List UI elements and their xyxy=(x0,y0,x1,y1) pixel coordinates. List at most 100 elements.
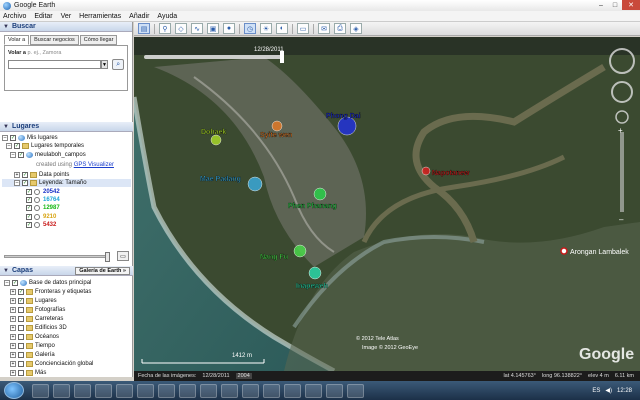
taskbar-app[interactable] xyxy=(116,383,133,398)
legend-item[interactable]: ✓ 12987 xyxy=(2,204,131,212)
expand-icon[interactable]: + xyxy=(10,342,16,349)
layer-item[interactable]: + Concienciación global xyxy=(2,359,131,368)
expand-icon[interactable]: + xyxy=(10,360,16,367)
tree-item-lugares-temporales[interactable]: – ✓ Lugares temporales xyxy=(2,142,131,150)
taskbar-app[interactable] xyxy=(200,383,217,398)
minimize-button[interactable]: – xyxy=(594,0,608,10)
expand-icon[interactable]: + xyxy=(10,288,16,295)
layer-item[interactable]: + ✓ Lugares xyxy=(2,296,131,305)
ruler-button[interactable]: ▭ xyxy=(297,23,309,34)
menu-editar[interactable]: Editar xyxy=(34,13,52,20)
taskbar-app[interactable] xyxy=(284,383,301,398)
add-placemark-button[interactable]: ⚲ xyxy=(159,23,171,34)
menu-ayuda[interactable]: Ayuda xyxy=(157,13,177,20)
taskbar-app[interactable] xyxy=(242,383,259,398)
checkbox[interactable]: ✓ xyxy=(26,221,32,228)
layer-item[interactable]: + Fotografías xyxy=(2,305,131,314)
marker-label[interactable]: Phen Phanang xyxy=(288,203,337,210)
open-folder-button[interactable]: ▭ xyxy=(117,251,129,261)
layer-item[interactable]: + Edificios 3D xyxy=(2,323,131,332)
search-panel-header[interactable]: ▼ Buscar xyxy=(0,22,132,32)
map-marker[interactable] xyxy=(308,266,322,280)
checkbox[interactable]: ✓ xyxy=(26,205,32,212)
map-marker[interactable] xyxy=(271,120,283,132)
checkbox[interactable]: ✓ xyxy=(22,172,28,179)
checkbox[interactable]: ✓ xyxy=(26,213,32,220)
planets-button[interactable]: ◐ xyxy=(276,23,288,34)
expand-icon[interactable]: – xyxy=(14,180,20,187)
marker-label[interactable]: Dohaek xyxy=(201,129,227,136)
expand-icon[interactable]: + xyxy=(10,351,16,358)
legend-item[interactable]: ✓ 16764 xyxy=(2,196,131,204)
map-marker[interactable] xyxy=(293,244,307,258)
opacity-slider[interactable] xyxy=(4,251,110,262)
language-indicator[interactable]: ES xyxy=(592,388,600,394)
close-button[interactable]: ✕ xyxy=(622,0,640,10)
checkbox[interactable] xyxy=(18,360,24,367)
map-view[interactable]: 12/28/2011 + – Phong Dai Syite wen Dohaek M… xyxy=(134,37,640,371)
legend-item[interactable]: ✓ 20542 xyxy=(2,187,131,195)
taskbar-app[interactable] xyxy=(179,383,196,398)
expand-icon[interactable]: + xyxy=(10,369,16,376)
checkbox[interactable]: ✓ xyxy=(26,188,32,195)
taskbar-app[interactable] xyxy=(32,383,49,398)
layer-item[interactable]: – ✓ Base de datos principal xyxy=(2,278,131,287)
taskbar-app[interactable] xyxy=(326,383,343,398)
layer-item[interactable]: + Océanos xyxy=(2,332,131,341)
add-polygon-button[interactable]: ◇ xyxy=(175,23,187,34)
checkbox[interactable]: ✓ xyxy=(12,279,18,286)
expand-icon[interactable]: + xyxy=(14,172,20,179)
collapse-triangle-icon[interactable]: ▼ xyxy=(3,124,9,130)
marker-label[interactable]: Inapeweh xyxy=(296,283,328,290)
timeline-slider[interactable] xyxy=(144,55,284,59)
earth-gallery-button[interactable]: Galería de Earth » xyxy=(75,266,130,275)
menu-archivo[interactable]: Archivo xyxy=(3,13,26,20)
places-panel-header[interactable]: ▼ Lugares xyxy=(0,122,133,132)
layer-item[interactable]: + ✓ Fronteras y etiquetas xyxy=(2,287,131,296)
expand-icon[interactable]: + xyxy=(10,306,16,313)
search-input[interactable] xyxy=(8,60,101,69)
google-maps-button[interactable]: ◈ xyxy=(350,23,362,34)
checkbox[interactable]: ✓ xyxy=(22,180,28,187)
historical-imagery-button[interactable]: ◷ xyxy=(244,23,256,34)
collapse-triangle-icon[interactable]: ▼ xyxy=(3,268,9,274)
map-marker[interactable] xyxy=(247,176,263,192)
maximize-button[interactable]: □ xyxy=(608,0,622,10)
expand-icon[interactable]: + xyxy=(10,315,16,322)
marker-label[interactable]: Syite wen xyxy=(260,132,293,139)
tree-item-data-points[interactable]: + ✓ Data points xyxy=(2,171,131,179)
menu-herramientas[interactable]: Herramientas xyxy=(79,13,121,20)
checkbox[interactable]: ✓ xyxy=(18,151,24,158)
tab-fly-to[interactable]: Volar a xyxy=(4,35,30,45)
expand-icon[interactable]: + xyxy=(10,324,16,331)
expand-icon[interactable]: – xyxy=(6,143,12,150)
menu-anadir[interactable]: Añadir xyxy=(129,13,149,20)
layers-panel-header[interactable]: ▼ Capas Galería de Earth » xyxy=(0,266,133,276)
marker-label[interactable]: Napotanew xyxy=(432,170,470,177)
checkbox[interactable]: ✓ xyxy=(18,288,24,295)
record-tour-button[interactable]: ● xyxy=(223,23,235,34)
sidebar-toggle-button[interactable]: ▤ xyxy=(138,23,150,34)
expand-icon[interactable]: – xyxy=(4,279,10,286)
layer-item[interactable]: + Más xyxy=(2,368,131,377)
collapse-triangle-icon[interactable]: ▼ xyxy=(3,24,9,30)
add-path-button[interactable]: ∿ xyxy=(191,23,203,34)
checkbox[interactable]: ✓ xyxy=(18,297,24,304)
volume-icon[interactable]: ◀) xyxy=(605,387,612,394)
satellite-map[interactable]: 12/28/2011 + – Phong Dai Syite wen Dohaek M… xyxy=(134,37,640,371)
gps-visualizer-link[interactable]: GPS Visualizer xyxy=(74,162,114,168)
menu-ver[interactable]: Ver xyxy=(61,13,72,20)
checkbox[interactable]: ✓ xyxy=(10,135,16,142)
taskbar-app[interactable] xyxy=(95,383,112,398)
taskbar-app[interactable] xyxy=(137,383,154,398)
marker-label[interactable]: Mae Padang xyxy=(200,176,241,183)
print-button[interactable]: ⎙ xyxy=(334,23,346,34)
slider-handle[interactable] xyxy=(105,251,110,262)
tab-find-business[interactable]: Buscar negocios xyxy=(30,35,79,45)
image-overlay-button[interactable]: ▣ xyxy=(207,23,219,34)
legend-item[interactable]: ✓ 5432 xyxy=(2,221,131,229)
taskbar-app[interactable] xyxy=(347,383,364,398)
checkbox[interactable] xyxy=(18,351,24,358)
expand-icon[interactable]: + xyxy=(10,297,16,304)
taskbar-app[interactable] xyxy=(158,383,175,398)
